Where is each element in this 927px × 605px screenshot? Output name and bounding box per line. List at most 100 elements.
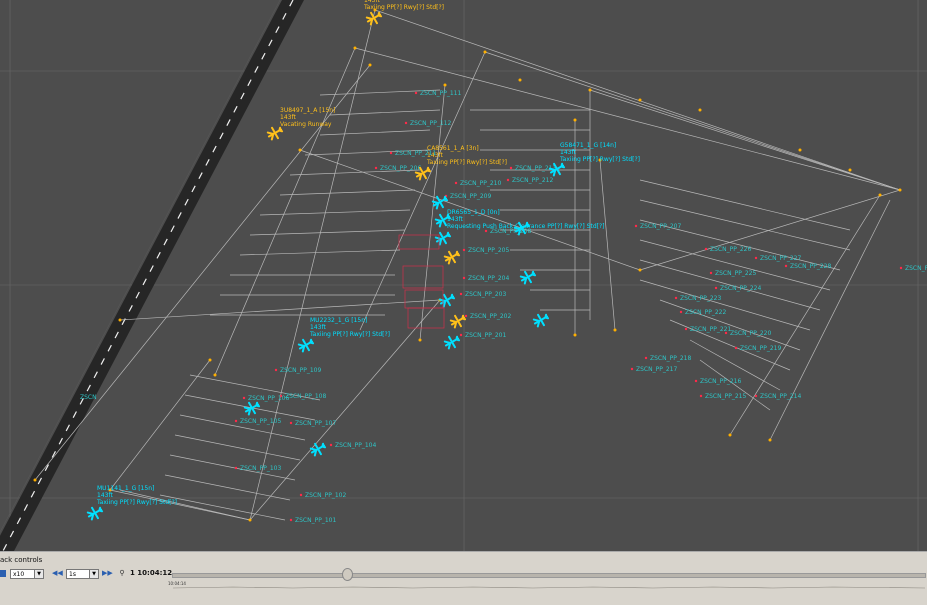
stand-label: ZSCN_PP_223 — [680, 295, 721, 302]
stand-point — [289, 518, 293, 522]
stand-label: ZSCN_PP_215 — [705, 393, 746, 400]
aircraft-label: 143ft — [447, 216, 463, 223]
stand-point — [699, 394, 703, 398]
aircraft-icon[interactable] — [532, 311, 550, 328]
stand-point — [374, 166, 378, 170]
timeline-track[interactable] — [172, 573, 926, 589]
timeline-thumb[interactable] — [342, 568, 353, 581]
stand-point — [299, 493, 303, 497]
speed-value: x10 — [13, 571, 25, 578]
step-back-button[interactable]: ◀◀ — [52, 569, 63, 578]
aircraft-icon[interactable] — [309, 440, 327, 457]
aircraft-icon[interactable] — [438, 291, 456, 308]
stand-label: ZSCN_PP_212 — [512, 177, 553, 184]
aircraft-label: 143ft — [560, 149, 576, 156]
aircraft-label: MU2232_1_G [15n] — [310, 317, 367, 324]
stand-label: ZSCN_PP_216 — [700, 378, 741, 385]
aircraft-label: 3U8497_1_A [15n] — [280, 107, 335, 114]
stand-label: ZSCN_PP_112 — [410, 120, 451, 127]
pin-icon[interactable]: ⚲ — [118, 569, 126, 578]
taxiway-network — [34, 9, 901, 521]
speed-select[interactable]: x10 ▼ — [10, 569, 44, 579]
taxiway-line — [119, 299, 441, 321]
taxiway-node — [898, 188, 902, 192]
stand-label: ZSCN_PP_210 — [460, 180, 501, 187]
step-forward-button[interactable]: ▶▶ — [102, 569, 113, 578]
stand-label: ZSCN_PP_206 — [380, 165, 421, 172]
stand-label: ZSCN_PP_103 — [240, 465, 281, 472]
aircraft-label: 143ft — [280, 114, 296, 121]
stand-leadin — [249, 229, 406, 236]
stand-point — [679, 310, 683, 314]
stand-label: ZSCN_PP_221 — [690, 326, 731, 333]
aircraft-icon[interactable] — [297, 336, 315, 353]
stand-point — [899, 266, 903, 270]
timeline-waveform — [172, 586, 926, 589]
stand-point — [404, 121, 408, 125]
stand-leadin — [259, 209, 411, 216]
taxiway-node — [638, 268, 642, 272]
stand-point — [724, 331, 728, 335]
taxiway-node — [353, 46, 357, 50]
stop-button[interactable] — [0, 570, 6, 577]
taxiway-node — [768, 438, 772, 442]
map-canvas[interactable]: ZSCN ZSCN_PP_111ZSCN_PP_112ZSCN_PP_211ZS… — [0, 0, 927, 551]
stand-point — [242, 396, 246, 400]
aircraft-icon[interactable] — [449, 312, 467, 329]
taxiway-node — [208, 358, 212, 362]
timeline-start-label: 10:04:14 — [168, 581, 186, 586]
stand-point — [329, 443, 333, 447]
stand-leadin — [319, 129, 431, 136]
stand-leadin — [279, 189, 416, 196]
stand-leadin — [329, 109, 441, 116]
stand-label: ZSCN_PP_108 — [285, 393, 326, 400]
stand-point — [484, 229, 488, 233]
stand-label: ZSCN_PP_220 — [730, 330, 771, 337]
stand-point — [459, 292, 463, 296]
runway-label: ZSCN — [80, 394, 97, 401]
aircraft-label: CA8561_1_A [3n] — [427, 145, 479, 152]
stand-label: ZSCN_PP_102 — [305, 492, 346, 499]
taxiway-node — [298, 148, 302, 152]
taxiway-node — [728, 433, 732, 437]
aircraft-label: G58471_1_G [14n] — [560, 142, 616, 149]
stand-label: ZSCN_PP_201 — [465, 332, 506, 339]
aircraft-icon[interactable] — [434, 229, 452, 246]
stand-label: ZSCN_PP_217 — [636, 366, 677, 373]
stand-label: ZSCN_PP_222 — [685, 309, 726, 316]
taxiway-node — [573, 118, 577, 122]
step-value: 1s — [69, 571, 76, 578]
aircraft-label: Vacating Runway — [280, 121, 332, 128]
taxiway-line — [109, 359, 211, 491]
stand-point — [454, 181, 458, 185]
taxiway-node — [213, 373, 217, 377]
airport-map[interactable]: ZSCN ZSCN_PP_111 ZSCN_PP_112 ZSCN_PP_211 ZS… — [0, 0, 927, 551]
stand-label: ZSCN_PP_219 — [740, 345, 781, 352]
aircraft-icon[interactable] — [443, 248, 461, 265]
aircraft-label: 143ft — [97, 492, 113, 499]
stand-label: ZSCN_PP_107 — [295, 420, 336, 427]
stand-label: ZSCN_PP_104 — [335, 442, 376, 449]
step-select[interactable]: 1s ▼ — [66, 569, 99, 579]
taxiway-node — [33, 478, 37, 482]
taxiway-node — [443, 83, 447, 87]
aircraft-icon[interactable] — [519, 268, 537, 285]
stand-leadin — [659, 299, 801, 351]
stand-point — [274, 368, 278, 372]
stand-point — [634, 224, 638, 228]
aircraft-label: MU1141_1_G [15n] — [97, 485, 154, 492]
stand-leadin — [699, 359, 771, 411]
stand-label: ZSCN_PP_226 — [710, 246, 751, 253]
taxiway-node — [418, 338, 422, 342]
aircraft-icon[interactable] — [86, 504, 104, 521]
stand-label: ZSCN_PP_202 — [470, 313, 511, 320]
stand-point — [704, 247, 708, 251]
taxiway-node — [368, 63, 372, 67]
stand-label: ZSCN_PP_111 — [420, 90, 461, 97]
taxiway-line — [769, 199, 891, 441]
stand-point — [714, 286, 718, 290]
taxiway-node — [483, 50, 487, 54]
aircraft-icon[interactable] — [443, 333, 461, 350]
aircraft-label: Taxiing PP[?] Rwy[?] Std[?] — [96, 499, 177, 506]
stand-point — [754, 394, 758, 398]
